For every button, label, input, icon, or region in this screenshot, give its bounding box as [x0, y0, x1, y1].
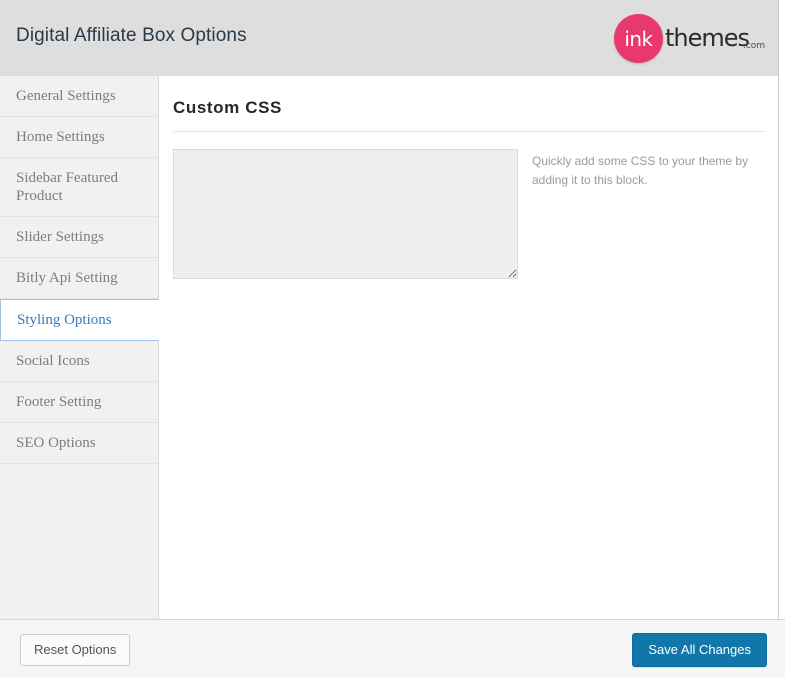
options-panel: General Settings Home Settings Sidebar F… — [0, 76, 779, 619]
inkthemes-logo: ink themes .com — [607, 11, 767, 65]
sidebar-item-seo-options[interactable]: SEO Options — [0, 423, 158, 464]
settings-sidebar: General Settings Home Settings Sidebar F… — [0, 76, 159, 619]
sidebar-item-general-settings[interactable]: General Settings — [0, 76, 158, 117]
sidebar-item-social-icons[interactable]: Social Icons — [0, 341, 158, 382]
options-page: Digital Affiliate Box Options ink themes… — [0, 0, 785, 677]
sidebar-item-slider-settings[interactable]: Slider Settings — [0, 217, 158, 258]
section-divider — [173, 131, 764, 132]
settings-content: Custom CSS Quickly add some CSS to your … — [160, 76, 778, 619]
page-title: Digital Affiliate Box Options — [16, 25, 247, 46]
page-header: Digital Affiliate Box Options ink themes… — [0, 0, 779, 76]
sidebar-nav-list: General Settings Home Settings Sidebar F… — [0, 76, 159, 464]
logo-word-text: themes — [665, 24, 750, 52]
sidebar-item-styling-options[interactable]: Styling Options — [0, 299, 159, 341]
custom-css-field-row: Quickly add some CSS to your theme by ad… — [173, 149, 778, 279]
custom-css-description: Quickly add some CSS to your theme by ad… — [532, 154, 749, 187]
sidebar-item-bitly-api-setting[interactable]: Bitly Api Setting — [0, 258, 158, 299]
reset-options-button[interactable]: Reset Options — [20, 634, 131, 666]
logo-circle-icon: ink — [614, 14, 663, 63]
save-all-changes-button[interactable]: Save All Changes — [632, 633, 767, 667]
logo-suffix-text: .com — [743, 41, 766, 51]
section-title: Custom CSS — [173, 98, 282, 117]
footer-action-bar: Reset Options Save All Changes — [0, 619, 785, 677]
logo-mark-text: ink — [624, 26, 653, 51]
custom-css-textarea[interactable] — [173, 149, 518, 279]
sidebar-item-sidebar-featured-product[interactable]: Sidebar Featured Product — [0, 158, 158, 217]
sidebar-item-home-settings[interactable]: Home Settings — [0, 117, 158, 158]
sidebar-item-footer-setting[interactable]: Footer Setting — [0, 382, 158, 423]
